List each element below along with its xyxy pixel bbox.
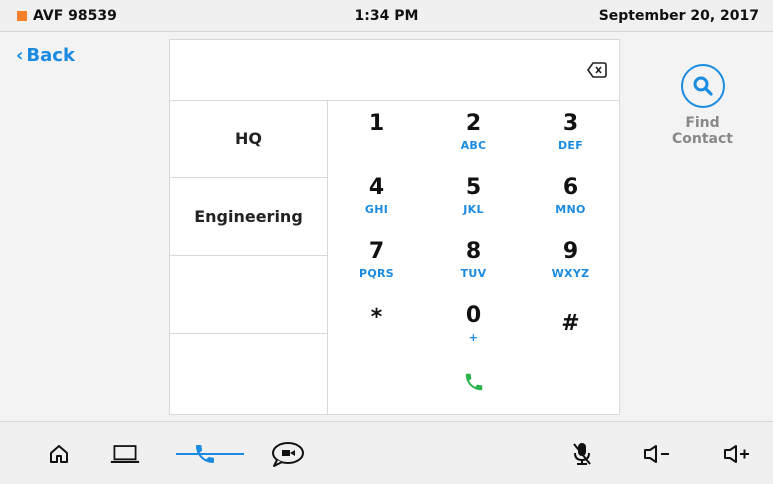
key-letters: ABC xyxy=(460,139,487,152)
active-tab-indicator xyxy=(176,453,244,455)
laptop-icon[interactable] xyxy=(110,440,140,468)
key-digit: 5 xyxy=(465,175,482,200)
key-letters: GHI xyxy=(364,203,389,216)
video-chat-icon[interactable] xyxy=(268,440,308,468)
favorite-item[interactable]: Engineering xyxy=(170,178,327,256)
volume-down-icon[interactable] xyxy=(642,440,672,468)
key-letters: TUV xyxy=(460,267,487,280)
key-letters: WXYZ xyxy=(551,267,590,280)
back-label: Back xyxy=(26,45,75,66)
key-letters: + xyxy=(468,331,479,344)
key-9[interactable]: 9 WXYZ xyxy=(522,239,619,281)
key-7[interactable]: 7 PQRS xyxy=(328,239,425,281)
chevron-left-icon: ‹ xyxy=(16,45,24,66)
mic-muted-icon[interactable] xyxy=(567,440,597,468)
key-digit: 6 xyxy=(562,175,579,200)
key-5[interactable]: 5 JKL xyxy=(425,175,522,217)
key-digit: * xyxy=(370,305,383,330)
dial-input[interactable] xyxy=(170,40,619,101)
key-8[interactable]: 8 TUV xyxy=(425,239,522,281)
key-4[interactable]: 4 GHI xyxy=(328,175,425,217)
key-0[interactable]: 0 + xyxy=(425,303,522,345)
back-button[interactable]: ‹ Back xyxy=(16,45,75,66)
volume-up-icon[interactable] xyxy=(722,440,752,468)
key-digit: 3 xyxy=(562,111,579,136)
key-hash[interactable]: # xyxy=(522,312,619,339)
favorite-item[interactable] xyxy=(170,334,327,412)
key-digit: 7 xyxy=(368,239,385,264)
favorite-item[interactable]: HQ xyxy=(170,100,327,178)
search-icon xyxy=(693,76,713,96)
key-digit: 4 xyxy=(368,175,385,200)
key-2[interactable]: 2 ABC xyxy=(425,111,522,153)
favorites-list: HQ Engineering xyxy=(170,100,328,414)
key-1[interactable]: 1 xyxy=(328,112,425,139)
key-letters: DEF xyxy=(557,139,584,152)
key-digit: 9 xyxy=(562,239,579,264)
keypad: 1 2 ABC 3 DEF 4 GHI 5 JKL 6 MNO 7 PQRS 8 xyxy=(328,100,619,414)
find-contact-circle xyxy=(680,64,725,108)
backspace-clear-icon[interactable] xyxy=(587,60,607,80)
key-digit: # xyxy=(561,311,580,336)
home-icon[interactable] xyxy=(44,440,74,468)
key-star[interactable]: * xyxy=(328,306,425,333)
key-letters: PQRS xyxy=(358,267,394,280)
key-letters: MNO xyxy=(555,203,586,216)
key-digit: 0 xyxy=(465,303,482,328)
key-3[interactable]: 3 DEF xyxy=(522,111,619,153)
favorite-item[interactable] xyxy=(170,256,327,334)
key-6[interactable]: 6 MNO xyxy=(522,175,619,217)
date: September 20, 2017 xyxy=(598,8,759,24)
key-digit: 2 xyxy=(465,111,482,136)
key-letters: JKL xyxy=(463,203,484,216)
key-digit: 8 xyxy=(465,239,482,264)
dialer-panel: HQ Engineering 1 2 ABC 3 DEF 4 GHI 5 JKL… xyxy=(169,39,620,415)
key-digit: 1 xyxy=(368,111,385,136)
phone-call-icon[interactable] xyxy=(463,370,485,394)
find-contact-button[interactable]: Find Contact xyxy=(655,64,750,147)
find-contact-label: Find Contact xyxy=(672,115,733,147)
status-bar: AVF 98539 1:34 PM September 20, 2017 xyxy=(0,0,773,32)
bottom-toolbar xyxy=(0,421,773,484)
